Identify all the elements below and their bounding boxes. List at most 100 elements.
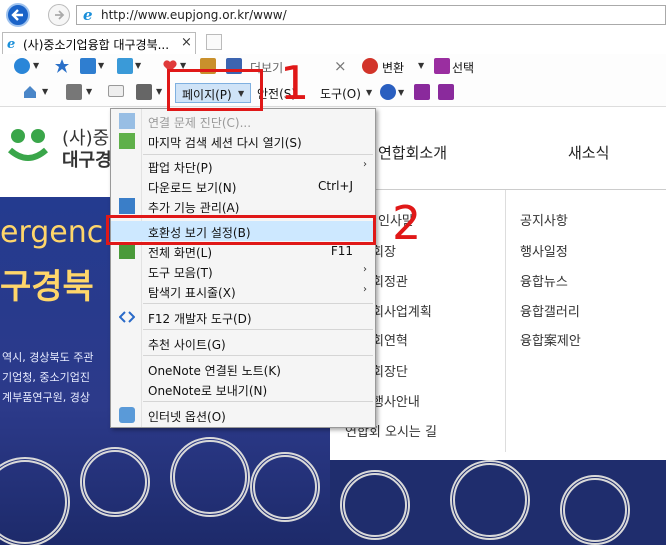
menu-item-popup-blocker[interactable]: 팝업 차단(P) ›	[111, 156, 375, 176]
onenote-send-icon[interactable]	[438, 84, 454, 100]
column-divider	[505, 190, 506, 452]
favorites-bar: ▼ ▼ ▼ ▼ 더보기 × 변환 ▼ 선택	[0, 54, 666, 78]
decor-ring	[0, 457, 70, 545]
tab-title: (사)중소기업융합 대구경북...	[23, 38, 170, 52]
chevron-down-icon: ▼	[86, 87, 93, 96]
tools-menu[interactable]: 도구(O)	[320, 85, 361, 102]
chevron-down-icon: ▼	[135, 61, 142, 70]
annotation-box-step1	[167, 69, 263, 111]
translate-icon[interactable]	[362, 58, 378, 74]
onenote-icon[interactable]	[414, 84, 430, 100]
menu-item-label: 추가 기능 관리(A)	[148, 201, 240, 215]
sub-about-item[interactable]: 행사안내	[372, 391, 420, 410]
feeds-icon[interactable]	[117, 58, 133, 74]
internet-options-icon	[119, 407, 135, 423]
hero-line1: ergenc	[0, 215, 104, 250]
sub-news-item[interactable]: 융합案제안	[520, 330, 581, 349]
menu-item-toolbars[interactable]: 도구 모음(T) ›	[111, 261, 375, 281]
submenu-arrow-icon: ›	[363, 264, 367, 275]
site-logo-icon	[8, 129, 48, 161]
nav-news[interactable]: 새소식	[568, 142, 609, 163]
menu-item-onenote-send[interactable]: OneNote로 보내기(N)	[111, 379, 375, 399]
ie-tab-icon: e	[7, 37, 15, 50]
annotation-step2: 2	[392, 196, 422, 250]
logo-text-line2: 대구경	[62, 150, 112, 171]
menu-separator	[143, 303, 373, 304]
menu-separator	[143, 154, 373, 155]
close-bar-icon[interactable]: ×	[334, 57, 347, 75]
ie-logo-icon: e	[83, 7, 93, 23]
back-arrow-icon	[11, 9, 23, 21]
translate-label[interactable]: 변환	[382, 59, 404, 76]
home-icon[interactable]	[22, 84, 38, 100]
menu-item-shortcut: F11	[330, 244, 353, 258]
menu-separator	[143, 401, 373, 402]
hero-banner-right	[330, 460, 666, 545]
menu-separator	[143, 355, 373, 356]
chevron-down-icon: ▼	[33, 61, 40, 70]
sub-news-item[interactable]: 융합뉴스	[520, 271, 568, 290]
menu-item-label: 팝업 차단(P)	[148, 161, 213, 175]
sub-news-item[interactable]: 융합갤러리	[520, 301, 580, 320]
forward-button[interactable]	[48, 4, 70, 26]
menu-item-diagnose[interactable]: 연결 문제 진단(C)...	[111, 111, 375, 131]
menu-item-internet-options[interactable]: 인터넷 옵션(O)	[111, 405, 375, 425]
chevron-down-icon: ▼	[98, 61, 105, 70]
menu-item-addons[interactable]: 추가 기능 관리(A)	[111, 196, 375, 216]
menu-separator	[143, 329, 373, 330]
chevron-down-icon: ▼	[418, 61, 425, 70]
address-bar: e http://www.eupjong.or.kr/www/	[0, 0, 666, 30]
menu-item-label: 탐색기 표시줄(X)	[148, 286, 236, 300]
decor-ring	[560, 475, 630, 545]
annotation-box-step2	[106, 215, 376, 245]
sub-about-item[interactable]: 회연혁	[372, 330, 408, 349]
tab-active[interactable]: e (사)중소기업융합 대구경북... ×	[2, 32, 196, 54]
decor-ring	[170, 437, 250, 517]
hero-line2: 구경북	[0, 267, 94, 307]
svg-text:e: e	[83, 7, 93, 23]
submenu-arrow-icon: ›	[363, 159, 367, 170]
print-icon[interactable]	[136, 84, 152, 100]
new-tab-button[interactable]	[206, 34, 222, 50]
sub-news-item[interactable]: 행사일정	[520, 241, 568, 260]
menu-item-onenote-linked[interactable]: OneNote 연결된 노트(K)	[111, 359, 375, 379]
svg-text:e: e	[7, 37, 15, 50]
decor-ring	[340, 470, 410, 540]
fullscreen-icon	[119, 243, 135, 259]
sub-about-item[interactable]: 회정관	[372, 271, 408, 290]
menu-item-label: 인터넷 옵션(O)	[148, 410, 226, 424]
decor-ring	[80, 447, 150, 517]
help-icon[interactable]	[380, 84, 396, 100]
url-input[interactable]: e http://www.eupjong.or.kr/www/	[76, 5, 666, 25]
menu-item-label: 전체 화면(L)	[148, 246, 213, 260]
select-label[interactable]: 선택	[452, 59, 474, 76]
tab-row: e (사)중소기업융합 대구경북... ×	[0, 30, 666, 55]
mail-icon[interactable]	[108, 85, 124, 97]
menu-item-label: 마지막 검색 세션 다시 열기(S)	[148, 136, 302, 150]
menu-item-explorer-bars[interactable]: 탐색기 표시줄(X) ›	[111, 281, 375, 301]
chevron-down-icon: ▼	[398, 88, 405, 97]
tab-close-icon[interactable]: ×	[181, 35, 192, 50]
ie-menu-icon[interactable]	[14, 58, 30, 74]
select-icon[interactable]	[434, 58, 450, 74]
devtools-icon	[118, 309, 136, 325]
menu-item-f12-devtools[interactable]: F12 개발자 도구(D)	[111, 307, 375, 327]
menu-item-label: 다운로드 보기(N)	[148, 181, 237, 195]
sub-about-item[interactable]: 회사업계획	[372, 301, 432, 320]
nav-about[interactable]: 연합회소개	[378, 142, 447, 163]
forward-arrow-icon	[55, 10, 65, 20]
menu-item-label: OneNote로 보내기(N)	[148, 384, 268, 398]
decor-ring	[250, 452, 320, 522]
favorites-star-icon[interactable]	[54, 58, 70, 74]
sub-news-item[interactable]: 공지사항	[520, 210, 568, 229]
submenu-arrow-icon: ›	[363, 284, 367, 295]
sub-about-item[interactable]: 회장단	[372, 361, 408, 380]
rss-feed-icon[interactable]	[66, 84, 82, 100]
back-button[interactable]	[6, 3, 30, 27]
menu-item-downloads[interactable]: 다운로드 보기(N) Ctrl+J	[111, 176, 375, 196]
menu-item-suggested-sites[interactable]: 추천 사이트(G)	[111, 333, 375, 353]
add-to-favorites-icon[interactable]	[80, 58, 96, 74]
menu-item-reopen-session[interactable]: 마지막 검색 세션 다시 열기(S)	[111, 131, 375, 151]
chevron-down-icon: ▼	[366, 88, 373, 97]
nav-divider	[330, 189, 666, 190]
